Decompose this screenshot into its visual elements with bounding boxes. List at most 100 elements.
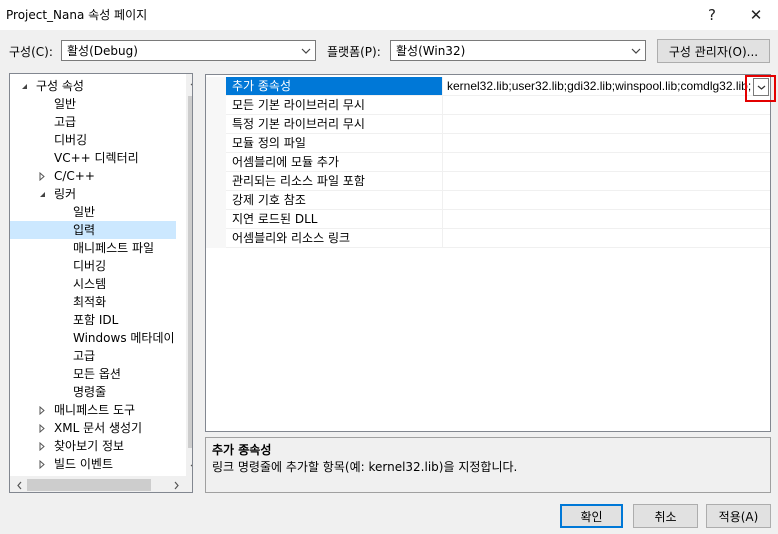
chevron-down-icon <box>297 41 315 60</box>
property-name[interactable]: 모든 기본 라이브러리 무시 <box>226 96 442 115</box>
config-manager-button[interactable]: 구성 관리자(O)... <box>657 39 770 63</box>
tree-item[interactable]: 명령줄 <box>10 383 176 401</box>
tree-item-label: 입력 <box>73 223 96 237</box>
tree-item[interactable]: 일반 <box>10 95 176 113</box>
property-name[interactable]: 어셈블리에 모듈 추가 <box>226 153 442 172</box>
tree-item-label: XML 문서 생성기 <box>54 421 143 435</box>
tree-item[interactable]: 입력 <box>10 221 176 239</box>
property-name[interactable]: 관리되는 리소스 파일 포함 <box>226 172 442 191</box>
property-grid[interactable]: 추가 종속성 kernel32.lib;user32.lib;gdi32.lib;… <box>205 74 771 432</box>
property-name[interactable]: 추가 종속성 <box>226 77 442 96</box>
tree-horizontal-scroll-thumb[interactable] <box>27 479 151 491</box>
row-gutter <box>206 172 226 191</box>
property-name[interactable]: 특정 기본 라이브러리 무시 <box>226 115 442 134</box>
tree-item[interactable]: 링커 <box>10 185 176 203</box>
tree-item[interactable]: 매니페스트 도구 <box>10 401 176 419</box>
tree-item-label: 고급 <box>54 115 77 129</box>
config-value: 활성(Debug) <box>67 44 138 58</box>
property-value[interactable]: kernel32.lib;user32.lib;gdi32.lib;winspo… <box>442 77 770 96</box>
chevron-left-icon[interactable] <box>13 479 25 491</box>
config-label: 구성(C): <box>9 45 53 59</box>
chevron-right-icon[interactable] <box>170 479 182 491</box>
triangle-expanded-icon[interactable] <box>37 185 47 203</box>
highlight-box <box>745 75 776 102</box>
close-icon: ✕ <box>749 6 763 24</box>
triangle-expanded-icon[interactable] <box>19 77 29 95</box>
property-value[interactable] <box>442 172 770 191</box>
help-button[interactable]: ? <box>690 0 734 30</box>
property-row[interactable]: 모듈 정의 파일 <box>206 134 770 153</box>
property-value[interactable] <box>442 153 770 172</box>
platform-label: 플랫폼(P): <box>327 45 381 59</box>
triangle-collapsed-icon[interactable] <box>37 401 47 419</box>
tree-item[interactable]: 구성 속성 <box>10 77 176 95</box>
property-row[interactable]: 지연 로드된 DLL <box>206 210 770 229</box>
ok-button[interactable]: 확인 <box>560 504 623 528</box>
tree-item[interactable]: Windows 메타데이 <box>10 329 176 347</box>
property-row[interactable]: 추가 종속성 kernel32.lib;user32.lib;gdi32.lib;… <box>206 77 770 96</box>
tree-item[interactable]: XML 문서 생성기 <box>10 419 176 437</box>
description-panel: 추가 종속성 링크 명령줄에 추가할 항목(예: kernel32.lib)을 … <box>205 437 771 493</box>
property-value[interactable] <box>442 191 770 210</box>
tree-item[interactable]: 찾아보기 정보 <box>10 437 176 455</box>
triangle-collapsed-icon[interactable] <box>37 455 47 473</box>
property-name[interactable]: 강제 기호 참조 <box>226 191 442 210</box>
tree-item[interactable]: 포함 IDL <box>10 311 176 329</box>
cancel-button[interactable]: 취소 <box>633 504 698 528</box>
property-row[interactable]: 어셈블리와 리소스 링크 <box>206 229 770 248</box>
tree-item-label: 디버깅 <box>54 133 88 147</box>
chevron-down-icon[interactable] <box>188 460 192 472</box>
tree-item[interactable]: 빌드 이벤트 <box>10 455 176 473</box>
tree-item[interactable]: 디버깅 <box>10 257 176 275</box>
tree-item[interactable]: 모든 옵션 <box>10 365 176 383</box>
chevron-up-icon[interactable] <box>188 77 192 89</box>
tree-item[interactable]: 디버깅 <box>10 131 176 149</box>
row-gutter <box>206 153 226 172</box>
property-value[interactable] <box>442 96 770 115</box>
tree-item[interactable]: 고급 <box>10 113 176 131</box>
config-combobox[interactable]: 활성(Debug) <box>61 40 316 61</box>
tree-item[interactable]: 일반 <box>10 203 176 221</box>
tree-item-label: Windows 메타데이 <box>73 331 175 345</box>
tree-item-label: C/C++ <box>54 169 95 183</box>
tree-item-label: 최적화 <box>73 295 107 309</box>
tree-item[interactable]: 시스템 <box>10 275 176 293</box>
tree-item[interactable]: 최적화 <box>10 293 176 311</box>
property-value[interactable] <box>442 134 770 153</box>
triangle-collapsed-icon[interactable] <box>37 167 47 185</box>
description-title: 추가 종속성 <box>212 443 272 457</box>
tree-item-label: 고급 <box>73 349 96 363</box>
property-row[interactable]: 강제 기호 참조 <box>206 191 770 210</box>
tree-item[interactable]: VC++ 디렉터리 <box>10 149 176 167</box>
property-value[interactable] <box>442 229 770 248</box>
triangle-collapsed-icon[interactable] <box>37 437 47 455</box>
property-name[interactable]: 어셈블리와 리소스 링크 <box>226 229 442 248</box>
row-gutter <box>206 115 226 134</box>
property-name[interactable]: 모듈 정의 파일 <box>226 134 442 153</box>
scroll-corner <box>186 476 192 492</box>
property-tree[interactable]: 구성 속성 일반 고급 디버깅 VC++ 디렉터리 C/C++ 링커 일반 입력 매니페스트 파일… <box>9 73 193 493</box>
tree-item[interactable]: 고급 <box>10 347 176 365</box>
property-value[interactable] <box>442 115 770 134</box>
property-value[interactable] <box>442 210 770 229</box>
title-bar: Project_Nana 속성 페이지 ? ✕ <box>0 0 778 30</box>
property-row[interactable]: 모든 기본 라이브러리 무시 <box>206 96 770 115</box>
tree-item[interactable]: 매니페스트 파일 <box>10 239 176 257</box>
property-row[interactable]: 어셈블리에 모듈 추가 <box>206 153 770 172</box>
tree-item-label: 구성 속성 <box>36 79 84 93</box>
tree-item-label: 시스템 <box>73 277 107 291</box>
tree-item[interactable]: C/C++ <box>10 167 176 185</box>
tree-item-label: 포함 IDL <box>73 313 119 327</box>
platform-combobox[interactable]: 활성(Win32) <box>390 40 646 61</box>
platform-value: 활성(Win32) <box>396 44 466 58</box>
close-button[interactable]: ✕ <box>734 0 778 30</box>
triangle-collapsed-icon[interactable] <box>37 419 47 437</box>
row-gutter <box>206 229 226 248</box>
tree-item-label: VC++ 디렉터리 <box>54 151 139 165</box>
tree-vertical-scroll-thumb[interactable] <box>188 96 192 448</box>
property-row[interactable]: 관리되는 리소스 파일 포함 <box>206 172 770 191</box>
row-gutter <box>206 191 226 210</box>
property-name[interactable]: 지연 로드된 DLL <box>226 210 442 229</box>
property-row[interactable]: 특정 기본 라이브러리 무시 <box>206 115 770 134</box>
apply-button[interactable]: 적용(A) <box>706 504 771 528</box>
